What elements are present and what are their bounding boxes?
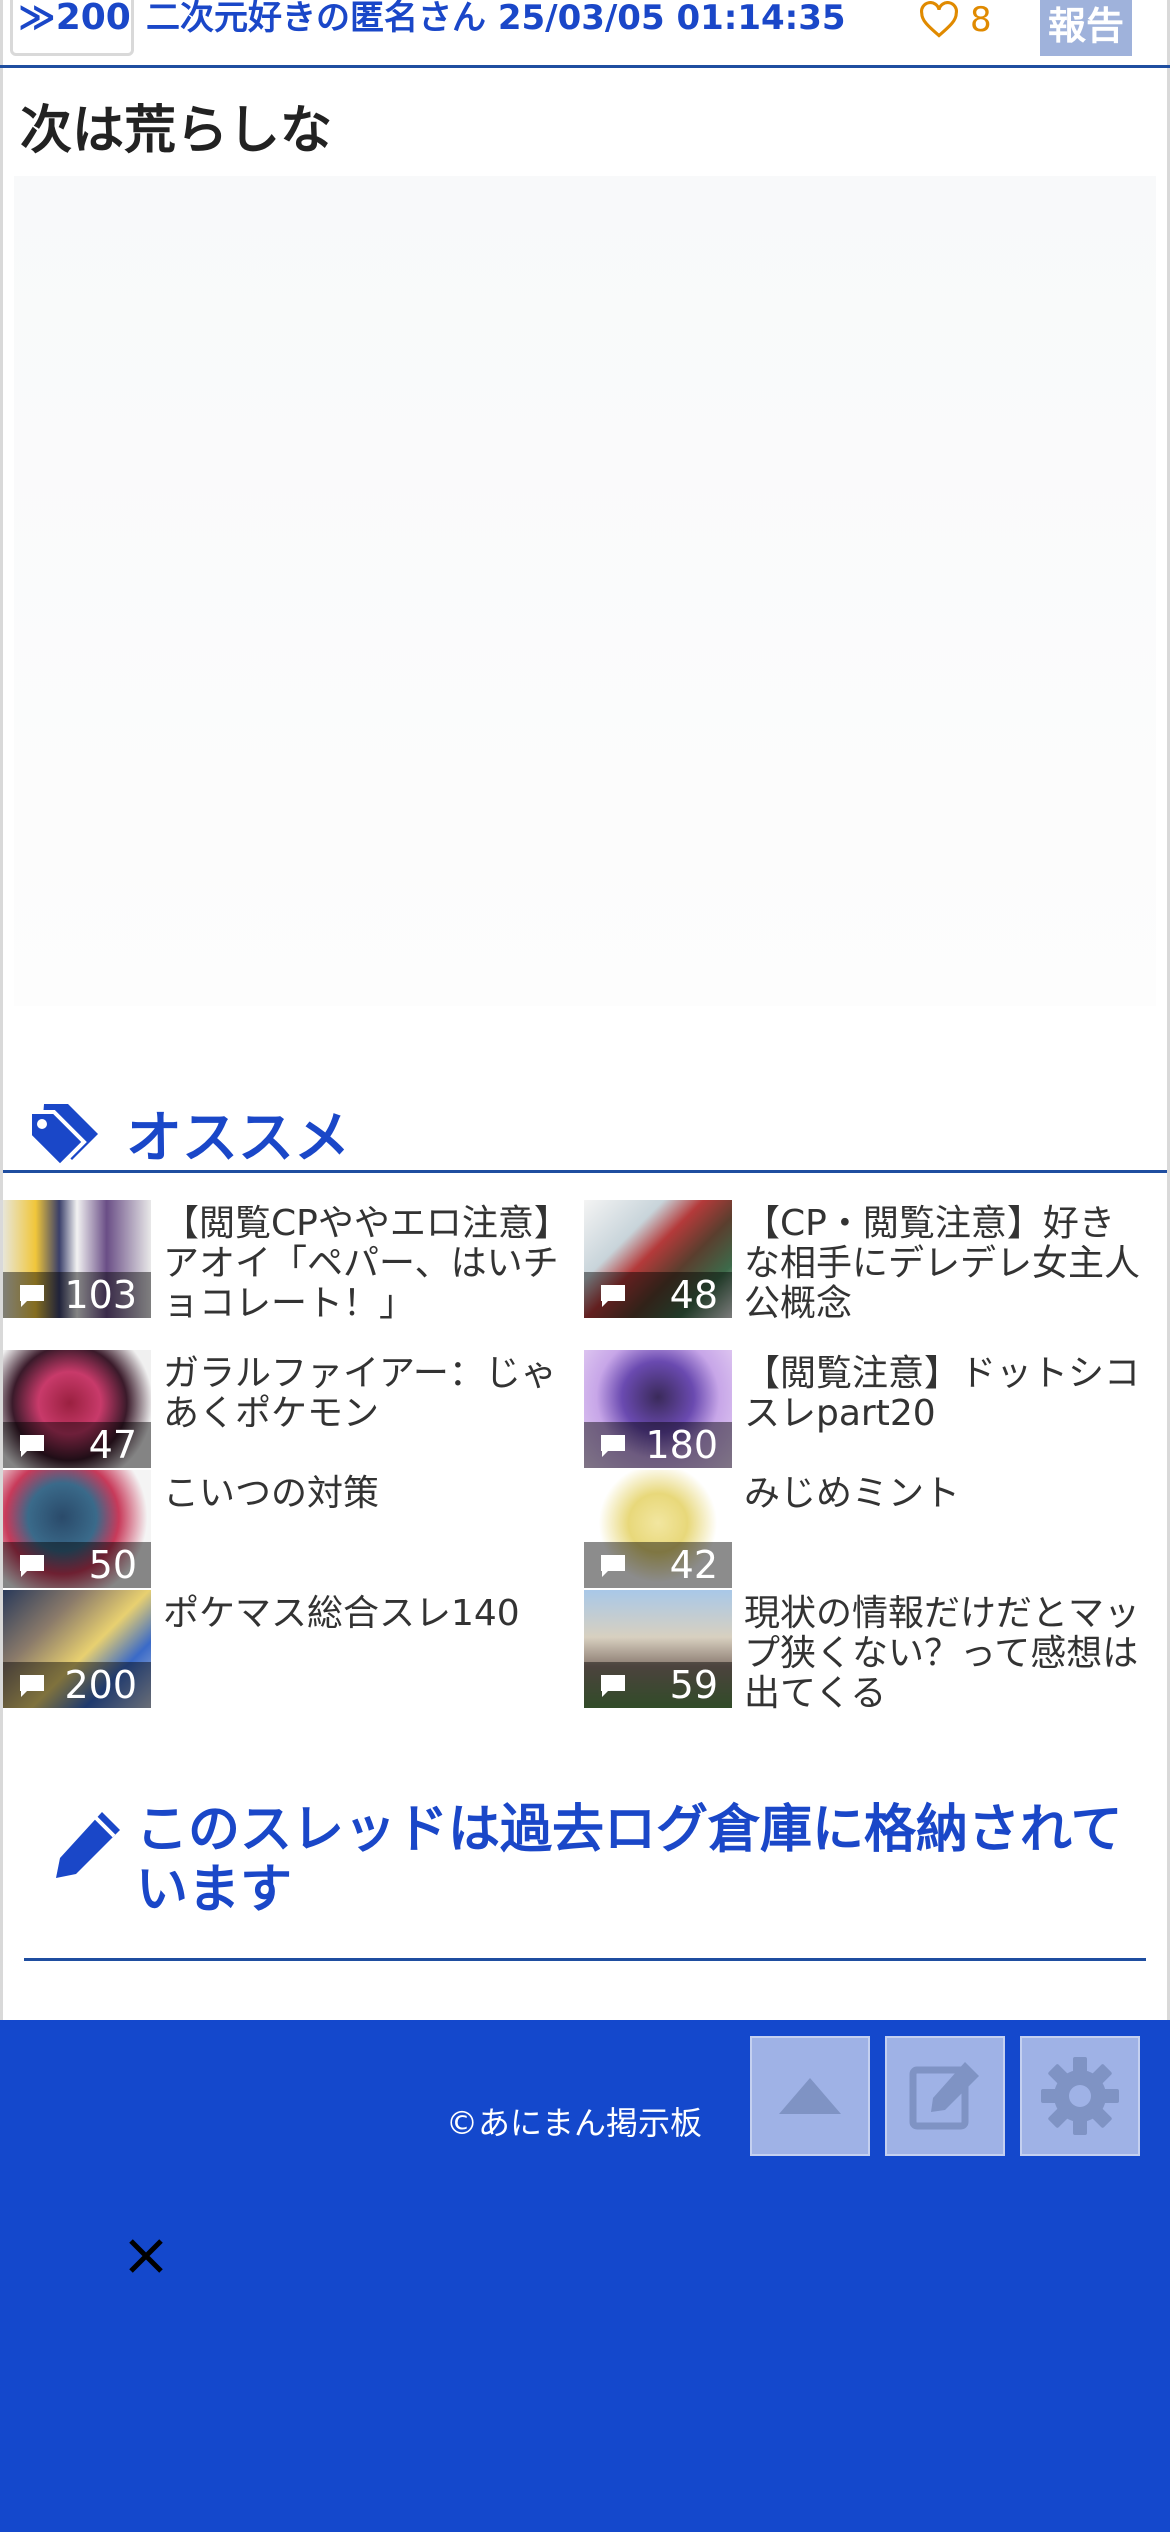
recommend-item-title[interactable]: こいつの対策 <box>163 1474 563 1514</box>
comment-count-badge: 180 <box>584 1422 732 1468</box>
reply-anchor[interactable]: ≫200 <box>18 0 131 46</box>
comment-count-badge: 200 <box>3 1662 151 1708</box>
recommend-header: オススメ <box>26 1094 350 1172</box>
settings-button[interactable] <box>1020 2036 1140 2156</box>
ad-area <box>14 176 1156 1006</box>
comment-count-badge: 59 <box>584 1662 732 1708</box>
pencil-icon <box>56 1812 120 1878</box>
comment-icon <box>601 1675 625 1697</box>
tag-icon <box>28 1104 98 1168</box>
report-button[interactable]: 報告 <box>1040 0 1132 56</box>
scroll-top-icon <box>779 2078 841 2114</box>
edit-icon <box>909 2062 979 2130</box>
comment-count: 48 <box>669 1273 718 1317</box>
comment-icon <box>20 1675 44 1697</box>
thumbnail: 59 <box>584 1590 732 1708</box>
comment-count-badge: 48 <box>584 1272 732 1318</box>
post-author-date: 二次元好きの匿名さん 25/03/05 01:14:35 <box>146 0 846 38</box>
footer: ©あにまん掲示板 <box>0 2020 1170 2532</box>
recommend-item-title[interactable]: 現状の情報だけだとマップ狭くない？って感想は出てくる <box>744 1594 1144 1714</box>
comment-count: 47 <box>88 1423 137 1467</box>
close-icon <box>129 2239 163 2273</box>
comment-count: 59 <box>669 1663 718 1707</box>
recommend-item-title[interactable]: 【閲覧CPややエロ注意】アオイ「ペパー、はいチョコレート！」 <box>163 1204 563 1324</box>
copyright: ©あにまん掲示板 <box>446 2104 703 2142</box>
comment-icon <box>601 1555 625 1577</box>
comment-icon <box>601 1435 625 1457</box>
thumbnail: 200 <box>3 1590 151 1708</box>
comment-count: 180 <box>645 1423 718 1467</box>
recommend-item[interactable]: 47 ガラルファイアー：じゃあくポケモン <box>3 1350 573 1468</box>
comment-count: 50 <box>88 1543 137 1587</box>
post-header: ≫200 二次元好きの匿名さん 25/03/05 01:14:35 8 報告 <box>0 0 1170 68</box>
recommend-item-title[interactable]: 【CP・閲覧注意】好きな相手にデレデレ女主人公概念 <box>744 1204 1144 1324</box>
comment-count-badge: 50 <box>3 1542 151 1588</box>
recommend-item-title[interactable]: ポケマス総合スレ140 <box>163 1594 563 1634</box>
comment-count-badge: 47 <box>3 1422 151 1468</box>
write-button[interactable] <box>885 2036 1005 2156</box>
archive-notice: このスレッドは過去ログ倉庫に格納されています <box>50 1800 1130 1920</box>
recommend-item[interactable]: 103 【閲覧CPややエロ注意】アオイ「ペパー、はいチョコレート！」 <box>3 1200 573 1324</box>
recommend-item[interactable]: 48 【CP・閲覧注意】好きな相手にデレデレ女主人公概念 <box>584 1200 1154 1324</box>
recommend-item[interactable]: 50 こいつの対策 <box>3 1470 573 1588</box>
recommend-item[interactable]: 200 ポケマス総合スレ140 <box>3 1590 573 1708</box>
thumbnail: 103 <box>3 1200 151 1318</box>
divider <box>24 1958 1146 1961</box>
comment-count: 42 <box>669 1543 718 1587</box>
scroll-top-button[interactable] <box>750 2036 870 2156</box>
divider <box>3 1170 1167 1173</box>
recommend-item[interactable]: 42 みじめミント <box>584 1470 1154 1588</box>
thumbnail: 48 <box>584 1200 732 1318</box>
like-count: 8 <box>970 0 992 40</box>
archive-text: このスレッドは過去ログ倉庫に格納されています <box>136 1800 1123 1920</box>
thumbnail: 47 <box>3 1350 151 1468</box>
heart-icon <box>920 1 958 38</box>
recommend-item[interactable]: 59 現状の情報だけだとマップ狭くない？って感想は出てくる <box>584 1590 1154 1714</box>
recommend-title: オススメ <box>126 1105 350 1171</box>
close-ad-button[interactable] <box>120 2230 172 2282</box>
gear-icon <box>1041 2057 1119 2135</box>
comment-count: 103 <box>64 1273 137 1317</box>
thumbnail: 180 <box>584 1350 732 1468</box>
like-button[interactable]: 8 <box>918 0 992 46</box>
comment-count: 200 <box>64 1663 137 1707</box>
comment-icon <box>20 1435 44 1457</box>
comment-count-badge: 103 <box>3 1272 151 1318</box>
comment-icon <box>601 1285 625 1307</box>
recommend-item-title[interactable]: ガラルファイアー：じゃあくポケモン <box>163 1354 563 1434</box>
post-body: 次は荒らしな <box>20 101 333 161</box>
recommend-item[interactable]: 180 【閲覧注意】ドットシコスレpart20 <box>584 1350 1154 1468</box>
thumbnail: 42 <box>584 1470 732 1588</box>
recommend-item-title[interactable]: 【閲覧注意】ドットシコスレpart20 <box>744 1354 1144 1434</box>
comment-icon <box>20 1285 44 1307</box>
comment-count-badge: 42 <box>584 1542 732 1588</box>
recommend-item-title[interactable]: みじめミント <box>744 1474 1144 1514</box>
thumbnail: 50 <box>3 1470 151 1588</box>
comment-icon <box>20 1555 44 1577</box>
